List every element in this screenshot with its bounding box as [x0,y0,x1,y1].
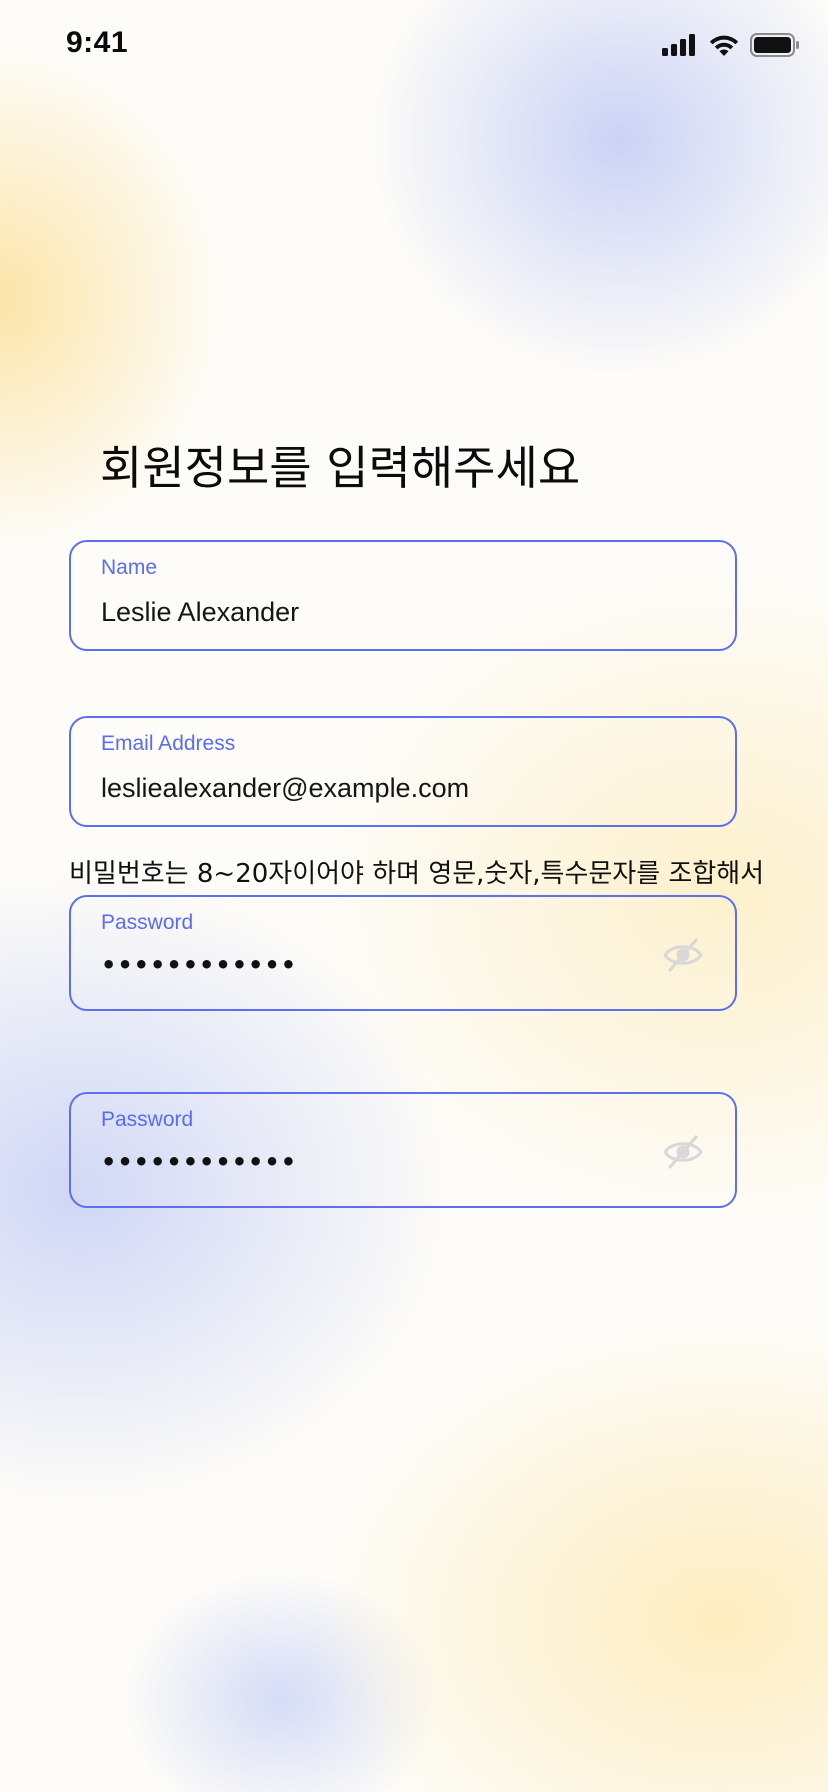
status-time: 9:41 [66,26,129,59]
wifi-icon [708,34,740,57]
name-field[interactable]: Name [69,540,737,651]
status-icons [662,33,800,57]
email-field[interactable]: Email Address [69,716,737,827]
signal-icon [662,34,698,56]
password-hint: 비밀번호는 8~20자이어야 하며 영문,숫자,특수문자를 조합해서 [69,859,765,889]
password-confirm-field-label: Password [101,1108,194,1131]
password-input[interactable]: •••••••••••• [101,951,297,979]
password-field[interactable]: Password •••••••••••• [69,895,737,1011]
battery-icon [750,33,800,57]
email-field-label: Email Address [101,732,236,755]
name-field-label: Name [101,556,158,579]
page-title: 회원정보를 입력해주세요 [100,441,581,495]
eye-off-icon[interactable] [661,933,705,977]
eye-off-icon[interactable] [661,1130,705,1174]
email-input[interactable] [101,773,661,804]
password-confirm-input[interactable]: •••••••••••• [101,1148,297,1176]
name-input[interactable] [101,597,661,628]
password-confirm-field[interactable]: Password •••••••••••• [69,1092,737,1208]
password-field-label: Password [101,911,194,934]
signup-screen: 9:41 회원정보를 입력해주세요 Name Leslie Alexander … [0,0,828,1792]
